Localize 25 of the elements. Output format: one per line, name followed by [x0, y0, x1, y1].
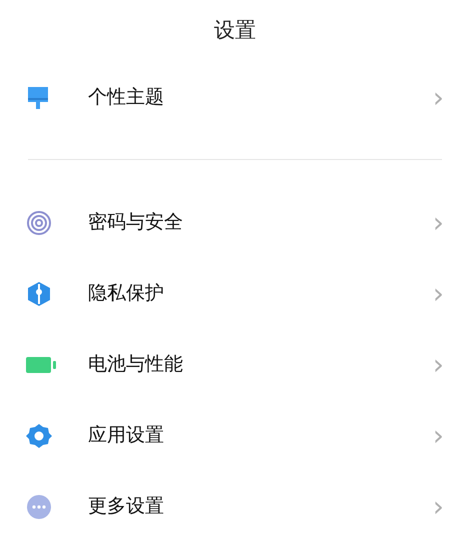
chevron-icon: › [432, 350, 444, 378]
item-label: 更多设置 [88, 494, 165, 520]
brush-icon [26, 84, 50, 110]
settings-item[interactable]: 隐私保护 › [0, 258, 470, 329]
settings-item[interactable]: 个性主题 › [0, 62, 470, 133]
settings-icon [26, 422, 52, 448]
more-icon [26, 494, 52, 520]
battery-icon [26, 356, 56, 372]
shield-icon [26, 280, 52, 306]
item-label: 电池与性能 [88, 352, 184, 378]
chevron-icon: › [432, 84, 444, 112]
settings-item[interactable]: 密码与安全 › [0, 187, 470, 258]
item-label: 个性主题 [88, 85, 165, 110]
settings-item[interactable]: 更多设置 › [0, 471, 470, 542]
item-label: 应用设置 [88, 423, 165, 448]
settings-item[interactable]: 应用设置 › [0, 400, 470, 471]
page-title: 设置 [213, 17, 257, 44]
item-label: 隐私保护 [88, 281, 165, 306]
chevron-icon: › [432, 492, 444, 520]
chevron-icon: › [432, 422, 444, 450]
fingerprint-icon [26, 210, 52, 236]
chevron-icon: › [432, 208, 444, 236]
chevron-icon: › [432, 280, 444, 308]
item-label: 密码与安全 [88, 210, 184, 236]
settings-item[interactable]: 电池与性能 › [0, 329, 470, 400]
